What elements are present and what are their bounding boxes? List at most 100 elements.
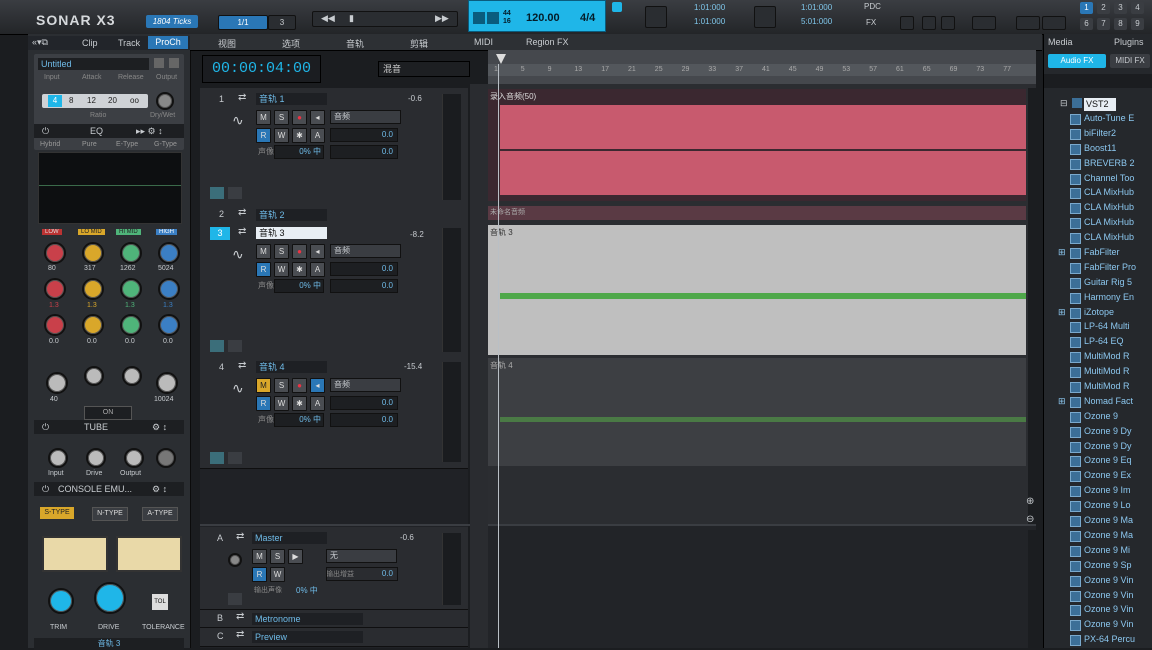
stop-icon[interactable]: ▮: [349, 13, 354, 24]
ratio-8[interactable]: 8: [69, 95, 73, 107]
track-gain-slider[interactable]: 0.0: [330, 128, 398, 142]
eq-low-gain-knob[interactable]: [44, 278, 66, 300]
bus-name[interactable]: Preview: [252, 631, 363, 643]
freeze-button[interactable]: ✱: [292, 262, 307, 277]
mix-button-2[interactable]: [922, 16, 936, 30]
tempo-value[interactable]: 120.00: [526, 12, 560, 24]
bus-preview[interactable]: C ⇄ Preview: [200, 628, 468, 647]
solo-button[interactable]: S: [274, 244, 289, 259]
console-trim-knob[interactable]: [48, 588, 74, 614]
ratio-4[interactable]: 4: [48, 95, 62, 107]
plugin-item[interactable]: CLA MixHub: [1058, 215, 1152, 230]
tree-folder[interactable]: ⊞ FabFilter: [1058, 245, 1152, 260]
now-time-display[interactable]: 00:00:04:00: [202, 55, 321, 83]
read-automation-button[interactable]: R: [256, 128, 271, 143]
record-arm-button[interactable]: ●: [292, 378, 307, 393]
bus-export-button[interactable]: ▶: [288, 549, 303, 564]
plugin-item[interactable]: CLA MixHub: [1058, 230, 1152, 245]
plugin-item[interactable]: LP-64 Multi: [1058, 319, 1152, 334]
plugin-item[interactable]: Ozone 9 Mi: [1058, 543, 1152, 558]
eq-on-button[interactable]: ON: [84, 406, 132, 420]
forward-icon[interactable]: ▶▶: [435, 13, 449, 24]
loop-icon[interactable]: [473, 12, 485, 24]
drywet-knob[interactable]: [156, 92, 174, 110]
menu-options[interactable]: 选项: [282, 37, 300, 50]
plugin-item[interactable]: Channel Too: [1058, 171, 1152, 186]
eq-graph[interactable]: [38, 152, 182, 224]
eq-gloss-knob[interactable]: [84, 366, 104, 386]
eq-himid-q-knob[interactable]: [120, 314, 142, 336]
tree-folder[interactable]: ⊞ iZotope: [1058, 305, 1152, 320]
record-arm-button[interactable]: ●: [292, 110, 307, 125]
fx-button[interactable]: FX: [866, 18, 876, 27]
bus-metronome[interactable]: B ⇄ Metronome: [200, 610, 468, 628]
tube-controls-icon[interactable]: ⚙ ↕: [152, 420, 167, 434]
plugin-item[interactable]: Ozone 9 Lo: [1058, 498, 1152, 513]
plugin-item[interactable]: biFilter2: [1058, 126, 1152, 141]
screenset-3[interactable]: 3: [1114, 2, 1127, 14]
punch-start[interactable]: 1:01:000: [801, 3, 832, 12]
track-fx-icon[interactable]: [228, 452, 242, 464]
console-power-icon[interactable]: ⏻: [42, 482, 49, 496]
eq-high-freq-knob[interactable]: [158, 242, 180, 264]
eq-mode-etype[interactable]: E-Type: [116, 141, 138, 148]
eq-low-freq-knob[interactable]: [44, 242, 66, 264]
archive-button[interactable]: A: [310, 396, 325, 411]
archive-button[interactable]: A: [310, 128, 325, 143]
plugin-item[interactable]: LP-64 EQ: [1058, 334, 1152, 349]
tree-folder[interactable]: ⊞ Nomad Fact: [1058, 394, 1152, 409]
inspector-menu-icon[interactable]: «▾⧉: [32, 37, 48, 48]
track-output-select[interactable]: 音频: [330, 110, 401, 124]
plugin-item[interactable]: CLA MixHub: [1058, 200, 1152, 215]
plugin-item[interactable]: Ozone 9 Ex: [1058, 468, 1152, 483]
ratio-20[interactable]: 20: [108, 95, 117, 107]
plugin-item[interactable]: MultiMod R: [1058, 379, 1152, 394]
clip-track-3[interactable]: 音轨 3: [488, 225, 1026, 355]
bus-solo-button[interactable]: S: [270, 549, 285, 564]
eq-himid-gain-knob[interactable]: [120, 278, 142, 300]
snap-field[interactable]: 1/1: [218, 15, 268, 30]
preset-name[interactable]: Untitled: [38, 58, 149, 70]
plugin-item[interactable]: Ozone 9 Sp: [1058, 558, 1152, 573]
eq-himid-freq-knob[interactable]: [120, 242, 142, 264]
track-name[interactable]: 音轨 2: [256, 209, 327, 221]
read-automation-button[interactable]: R: [256, 262, 271, 277]
write-automation-button[interactable]: W: [274, 396, 289, 411]
screenset-9[interactable]: 9: [1131, 18, 1144, 30]
plugin-item[interactable]: Harmony En: [1058, 290, 1152, 305]
eq-lomid-gain-knob[interactable]: [82, 278, 104, 300]
record-mode-icon[interactable]: [612, 2, 622, 12]
plugin-item[interactable]: Ozone 9 Vin: [1058, 573, 1152, 588]
mute-button[interactable]: M: [256, 110, 271, 125]
write-automation-button[interactable]: W: [274, 128, 289, 143]
eq-mode-hybrid[interactable]: Hybrid: [40, 141, 60, 148]
track-trim-slider[interactable]: 0.0: [330, 145, 398, 159]
input-echo-button[interactable]: ◂: [310, 110, 325, 125]
bus-scrollbar[interactable]: [1028, 530, 1036, 648]
bus-gain-slider[interactable]: 0.0: [326, 567, 398, 581]
eq-lomid-q-knob[interactable]: [82, 314, 104, 336]
eq-high-q-knob[interactable]: [158, 314, 180, 336]
menu-midi[interactable]: MIDI: [474, 37, 493, 47]
subtab-midi-fx[interactable]: MIDI FX: [1110, 54, 1150, 68]
track-1[interactable]: 1 ⇄ 音轨 1 -0.6 ∿ M S ● ◂ 音频 R W ✱ A 0.0 声…: [200, 88, 468, 207]
tube-header[interactable]: ⏻ TUBE ⚙ ↕: [34, 420, 184, 434]
bus-mute-button[interactable]: M: [252, 549, 267, 564]
track-gain-slider[interactable]: 0.0: [330, 396, 398, 410]
eq-controls-icon[interactable]: ▸▸ ⚙ ↕: [136, 124, 163, 138]
plugin-item[interactable]: Ozone 9 Eq: [1058, 453, 1152, 468]
plugin-item[interactable]: Auto-Tune E: [1058, 111, 1152, 126]
punch-end[interactable]: 5:01:000: [801, 17, 832, 26]
track-name[interactable]: 音轨 1: [256, 93, 327, 105]
record-arm-button[interactable]: ●: [292, 244, 307, 259]
solo-button[interactable]: S: [274, 110, 289, 125]
plugin-item[interactable]: Ozone 9 Im: [1058, 483, 1152, 498]
tube-drive-knob[interactable]: [86, 448, 106, 468]
input-echo-button[interactable]: ◂: [310, 378, 325, 393]
preset-save-icon[interactable]: [154, 58, 164, 68]
bus-name[interactable]: Metronome: [252, 613, 363, 625]
screenset-button-2[interactable]: [1042, 16, 1066, 30]
screenset-6[interactable]: 6: [1080, 18, 1093, 30]
snap-field-2[interactable]: 3: [268, 15, 296, 30]
mute-button[interactable]: M: [256, 244, 271, 259]
